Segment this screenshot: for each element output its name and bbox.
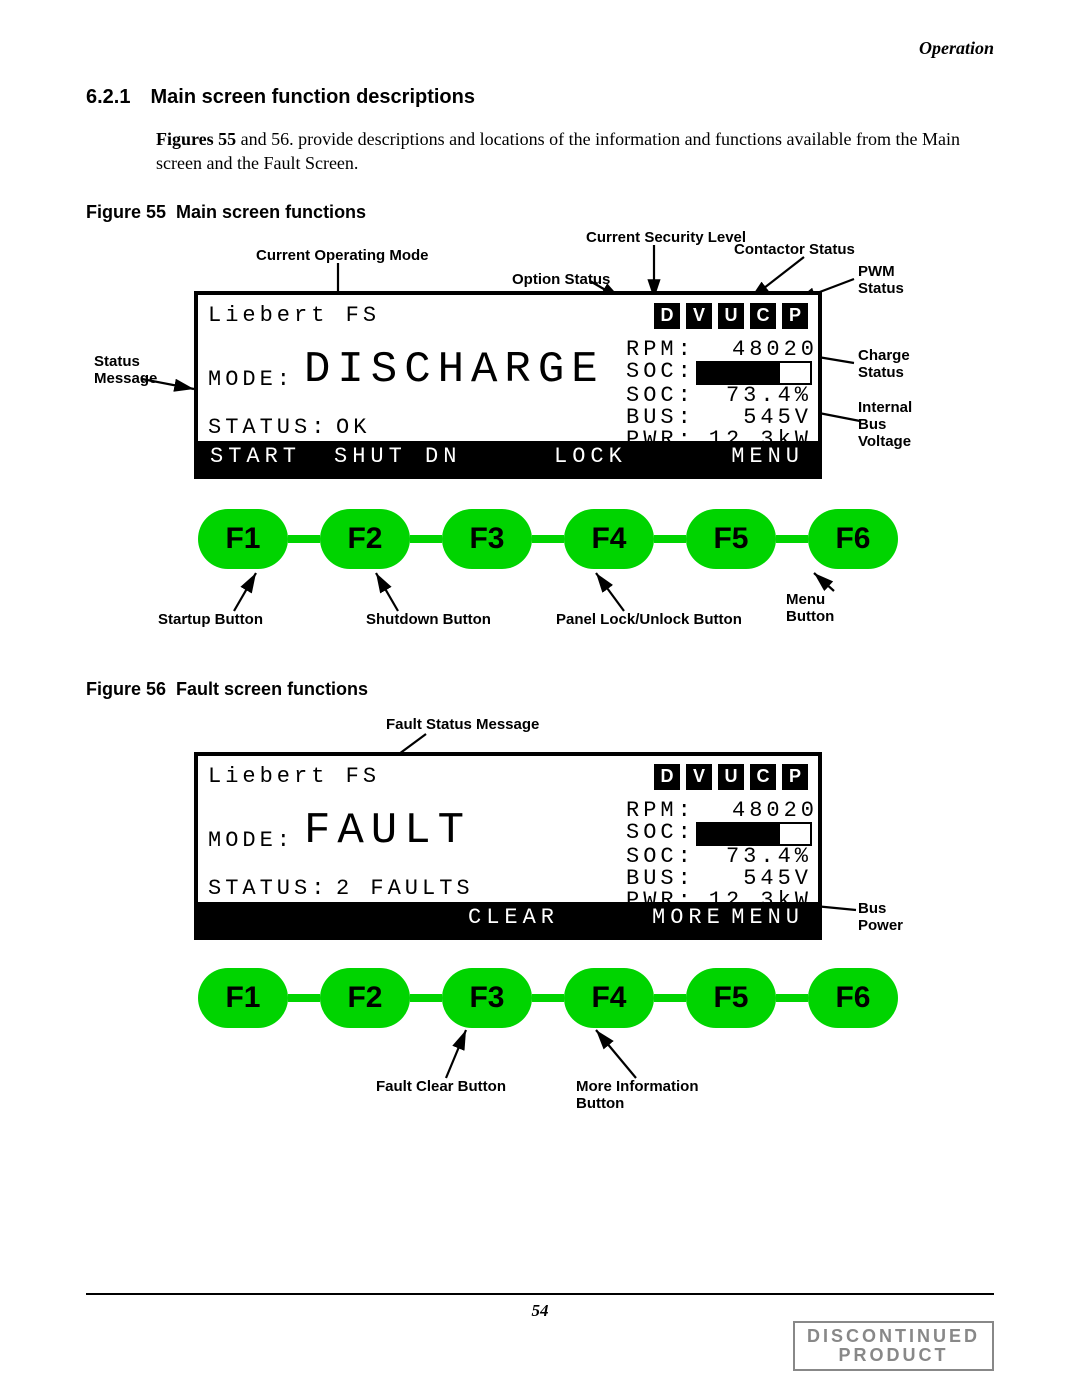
footer-rule (86, 1293, 994, 1295)
section-number: 6.2.1 (86, 86, 130, 109)
fkey-f3[interactable]: F3 (442, 509, 532, 569)
status-value: 2 FAULTS (336, 876, 474, 901)
discontinued-stamp: DISCONTINUED PRODUCT (793, 1321, 994, 1371)
softkey-menu[interactable]: MENU (731, 444, 804, 469)
soc-bar-label: SOC: (626, 359, 695, 384)
section-title: Main screen function descriptions (150, 86, 475, 108)
fault-screen: Liebert FS D V U C P MODE: FAULT STATUS:… (194, 752, 822, 940)
body-rest: and 56. provide descriptions and locatio… (156, 129, 960, 173)
softkey-clear[interactable]: CLEAR (468, 905, 559, 930)
tag-c: C (750, 303, 776, 329)
tag-d: D (654, 303, 680, 329)
fkey-f5[interactable]: F5 (686, 968, 776, 1028)
ann-shutdown-button: Shutdown Button (366, 611, 491, 628)
stamp-line2: PRODUCT (807, 1346, 980, 1365)
ann-startup-button: Startup Button (158, 611, 263, 628)
stamp-line1: DISCONTINUED (807, 1327, 980, 1346)
ann-menu-button: Menu Button (786, 591, 834, 626)
mode-value: FAULT (304, 806, 471, 856)
ann-more-info-button: More Information Button (576, 1078, 699, 1113)
screen-title: Liebert FS (208, 303, 380, 328)
status-value: OK (336, 415, 370, 440)
mode-label: MODE: (208, 828, 294, 853)
tag-v: V (686, 764, 712, 790)
mode-value: DISCHARGE (304, 345, 605, 395)
tag-d: D (654, 764, 680, 790)
main-screen: Liebert FS D V U C P MODE: DISCHARGE STA… (194, 291, 822, 479)
fkey-f2[interactable]: F2 (320, 968, 410, 1028)
body-figref: Figures 55 (156, 129, 236, 149)
softkey-start[interactable]: START (210, 444, 301, 469)
rpm-value: 48020 (732, 798, 812, 823)
fkey-f1[interactable]: F1 (198, 968, 288, 1028)
fkey-f1[interactable]: F1 (198, 509, 288, 569)
softkey-bar: START SHUT DN LOCK MENU (198, 441, 818, 475)
section-heading: 6.2.1 Main screen function descriptions (86, 86, 994, 109)
ann-security-level: Current Security Level (586, 229, 746, 246)
tag-u: U (718, 764, 744, 790)
softkey-more[interactable]: MORE (652, 905, 725, 930)
tag-c: C (750, 764, 776, 790)
chapter-label: Operation (919, 38, 994, 59)
ann-bus-power: Bus Power (858, 900, 903, 935)
fkey-f6[interactable]: F6 (808, 509, 898, 569)
ann-internal-bus-voltage: Internal Bus Voltage (858, 399, 912, 451)
ann-charge-status: Charge Status (858, 347, 910, 382)
fkey-f2[interactable]: F2 (320, 509, 410, 569)
softkey-shutdown[interactable]: SHUT DN (334, 444, 461, 469)
softkey-lock[interactable]: LOCK (554, 444, 627, 469)
rpm-value: 48020 (732, 337, 812, 362)
figure56-caption: Figure 56 Fault screen functions (86, 679, 994, 700)
ann-option-status: Option Status (512, 271, 610, 288)
ann-fault-status-message: Fault Status Message (386, 716, 539, 733)
indicator-tags: D V U C P (654, 303, 808, 329)
page-number: 54 (86, 1301, 994, 1321)
fkey-f3[interactable]: F3 (442, 968, 532, 1028)
body-paragraph: Figures 55 and 56. provide descriptions … (156, 127, 994, 176)
ann-fault-clear-button: Fault Clear Button (376, 1078, 506, 1095)
soc-bar-fill (698, 363, 780, 383)
tag-p: P (782, 764, 808, 790)
tag-p: P (782, 303, 808, 329)
softkey-bar: CLEAR MORE MENU (198, 902, 818, 936)
soc-bar-label: SOC: (626, 820, 695, 845)
indicator-tags: D V U C P (654, 764, 808, 790)
fkey-f4[interactable]: F4 (564, 509, 654, 569)
figure55-caption: Figure 55 Main screen functions (86, 202, 994, 223)
tag-u: U (718, 303, 744, 329)
fkey-f4[interactable]: F4 (564, 968, 654, 1028)
tag-v: V (686, 303, 712, 329)
status-label: STATUS: (208, 415, 328, 440)
mode-label: MODE: (208, 367, 294, 392)
status-label: STATUS: (208, 876, 328, 901)
fkey-f6[interactable]: F6 (808, 968, 898, 1028)
softkey-menu[interactable]: MENU (731, 905, 804, 930)
ann-current-mode: Current Operating Mode (256, 247, 429, 264)
ann-pwm-status: PWM Status (858, 263, 904, 298)
fkey-f5[interactable]: F5 (686, 509, 776, 569)
ann-lock-button: Panel Lock/Unlock Button (556, 611, 742, 628)
soc-bar-fill (698, 824, 780, 844)
ann-contactor-status: Contactor Status (734, 241, 855, 258)
fkey-row: F1 F2 F3 F4 F5 F6 (198, 509, 898, 569)
screen-title: Liebert FS (208, 764, 380, 789)
fkey-row: F1 F2 F3 F4 F5 F6 (198, 968, 898, 1028)
ann-status-message: Status Message (94, 353, 157, 388)
